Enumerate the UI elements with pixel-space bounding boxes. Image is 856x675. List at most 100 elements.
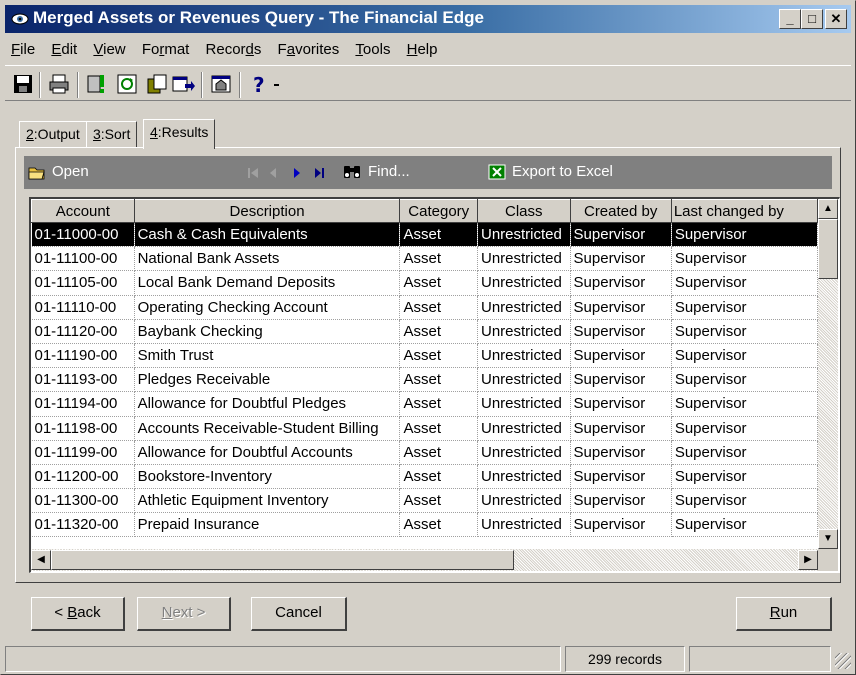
cell-category: Asset: [399, 343, 478, 369]
horizontal-scrollbar[interactable]: ◀ ▶: [31, 549, 818, 571]
table-row[interactable]: 01-11199-00 Allowance for Doubtful Accoun…: [31, 440, 818, 465]
cell-last-changed-by: Supervisor: [671, 512, 818, 538]
table-row[interactable]: 01-11000-00 Cash & Cash Equivalents Asset U…: [31, 222, 818, 248]
help-dropdown-icon[interactable]: [271, 72, 283, 96]
vertical-scroll-thumb[interactable]: [818, 219, 838, 279]
column-header-created-by[interactable]: Created by: [569, 199, 672, 223]
table-row[interactable]: 01-11320-00 Prepaid Insurance Asset Unrestr…: [31, 512, 818, 538]
status-pane-extra: [689, 646, 831, 672]
menu-records[interactable]: Records: [200, 37, 268, 58]
maximize-button[interactable]: □: [801, 9, 823, 29]
toolbar: ?: [5, 65, 851, 101]
table-row[interactable]: 01-11194-00 Allowance for Doubtful Pledge…: [31, 391, 818, 417]
cell-category: Asset: [399, 512, 478, 538]
menu-view[interactable]: View: [87, 37, 131, 58]
title-bar[interactable]: Merged Assets or Revenues Query - The Fi…: [5, 5, 851, 33]
tab-sort[interactable]: 3:Sort: [86, 121, 138, 147]
cell-created-by: Supervisor: [570, 246, 672, 272]
cancel-button[interactable]: Cancel: [251, 597, 347, 631]
open-button[interactable]: Open: [28, 163, 89, 180]
last-record-icon[interactable]: [314, 167, 326, 179]
vertical-scrollbar[interactable]: ▲ ▼: [818, 199, 838, 549]
results-grid[interactable]: Account Description Category Class Creat…: [29, 197, 840, 573]
toolbar-separator: [77, 72, 79, 98]
scroll-down-icon[interactable]: ▼: [818, 529, 838, 549]
find-label: Find...: [368, 163, 410, 180]
table-row[interactable]: 01-11190-00 Smith Trust Asset Unrestricted S…: [31, 343, 818, 369]
menu-tools[interactable]: Tools: [349, 37, 396, 58]
header-row: Account Description Category Class Creat…: [31, 199, 818, 223]
menu-favorites[interactable]: Favorites: [272, 37, 346, 58]
cell-class: Unrestricted: [477, 416, 571, 441]
cell-created-by: Supervisor: [570, 367, 672, 393]
export-to-excel-button[interactable]: Export to Excel: [488, 163, 613, 180]
scroll-left-icon[interactable]: ◀: [31, 550, 51, 570]
cell-description: Cash & Cash Equivalents: [134, 222, 401, 248]
menu-help[interactable]: Help: [401, 37, 444, 58]
horizontal-scroll-thumb[interactable]: [51, 550, 514, 570]
table-row[interactable]: 01-11200-00 Bookstore-Inventory Asset Unres…: [31, 464, 818, 490]
cell-created-by: Supervisor: [570, 440, 672, 465]
cell-description: Athletic Equipment Inventory: [134, 488, 401, 514]
tab-output[interactable]: 2:Output: [19, 121, 87, 147]
toolbar-separator: [39, 72, 41, 98]
menu-file[interactable]: File: [5, 37, 41, 58]
cell-last-changed-by: Supervisor: [671, 222, 818, 248]
first-record-icon[interactable]: [247, 167, 259, 179]
svg-text:?: ?: [253, 73, 265, 96]
menu-edit[interactable]: Edit: [45, 37, 83, 58]
scrollbar-corner: [818, 549, 838, 571]
next-button[interactable]: Next >: [137, 597, 231, 631]
table-row[interactable]: 01-11120-00 Baybank Checking Asset Unrestri…: [31, 319, 818, 344]
back-button[interactable]: < Back: [31, 597, 125, 631]
tab-results[interactable]: 4:Results: [143, 119, 216, 149]
cell-created-by: Supervisor: [570, 464, 672, 490]
next-record-icon[interactable]: [292, 167, 302, 179]
print-icon[interactable]: [47, 72, 71, 96]
cell-created-by: Supervisor: [570, 391, 672, 417]
table-row[interactable]: 01-11300-00 Athletic Equipment Inventory A…: [31, 488, 818, 514]
column-header-class[interactable]: Class: [477, 199, 571, 223]
help-question-icon[interactable]: ?: [249, 72, 273, 96]
cell-description: Pledges Receivable: [134, 367, 401, 393]
toolbar-separator: [201, 72, 203, 98]
cell-last-changed-by: Supervisor: [671, 319, 818, 344]
column-header-account[interactable]: Account: [31, 199, 135, 223]
cell-account: 01-11198-00: [31, 416, 135, 441]
table-row[interactable]: 01-11100-00 National Bank Assets Asset Unre…: [31, 246, 818, 272]
cell-class: Unrestricted: [477, 319, 571, 344]
resize-grip-icon[interactable]: [835, 653, 851, 669]
previous-record-icon[interactable]: [268, 167, 278, 179]
minimize-button[interactable]: _: [779, 9, 801, 29]
cell-account: 01-11199-00: [31, 440, 135, 465]
refresh-icon[interactable]: [115, 72, 139, 96]
cell-class: Unrestricted: [477, 367, 571, 393]
scroll-up-icon[interactable]: ▲: [818, 199, 838, 219]
results-table: Account Description Category Class Creat…: [31, 199, 818, 538]
scroll-right-icon[interactable]: ▶: [798, 550, 818, 570]
cell-last-changed-by: Supervisor: [671, 488, 818, 514]
cell-description: Accounts Receivable-Student Billing: [134, 416, 401, 441]
save-icon[interactable]: [11, 72, 35, 96]
cell-category: Asset: [399, 246, 478, 272]
cell-account: 01-11190-00: [31, 343, 135, 369]
menu-format[interactable]: Format: [136, 37, 196, 58]
export-icon[interactable]: [171, 72, 195, 96]
column-header-category[interactable]: Category: [399, 199, 478, 223]
table-row[interactable]: 01-11198-00 Accounts Receivable-Student B…: [31, 416, 818, 441]
table-row[interactable]: 01-11110-00 Operating Checking Account Ass…: [31, 295, 818, 320]
properties-icon[interactable]: [209, 72, 233, 96]
table-row[interactable]: 01-11193-00 Pledges Receivable Asset Unrest…: [31, 367, 818, 393]
run-button[interactable]: Run: [736, 597, 832, 631]
column-header-description[interactable]: Description: [133, 199, 401, 223]
table-row[interactable]: 01-11105-00 Local Bank Demand Deposits Ass…: [31, 270, 818, 296]
cell-account: 01-11300-00: [31, 488, 135, 514]
query-exclamation-icon[interactable]: [85, 72, 109, 96]
results-rows: 01-11000-00 Cash & Cash Equivalents Asset U…: [31, 222, 818, 538]
close-button[interactable]: ✕: [825, 9, 847, 29]
cell-description: Baybank Checking: [134, 319, 401, 344]
find-button[interactable]: Find...: [342, 163, 410, 180]
copy-icon[interactable]: [145, 72, 169, 96]
cell-last-changed-by: Supervisor: [671, 295, 818, 320]
column-header-last-changed-by[interactable]: Last changed by: [670, 199, 818, 223]
